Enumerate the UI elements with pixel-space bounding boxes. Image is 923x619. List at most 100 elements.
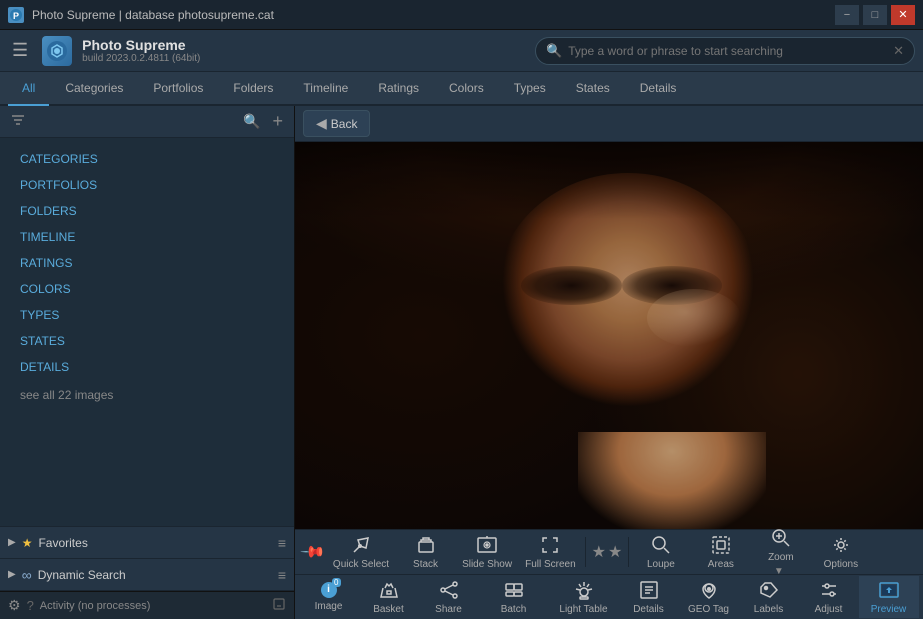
share-button[interactable]: Share [419,576,479,618]
svg-text:P: P [13,11,19,21]
light-table-button[interactable]: Light Table [549,576,619,618]
basket-icon [378,579,400,601]
app-info: Photo Supreme build 2023.0.2.4811 (64bit… [82,37,200,64]
pin-area: 📌 [299,542,327,562]
sidebar-bottom: ▶ ★ Favorites ≡ ▶ ∞ Dynamic Search ≡ [0,526,294,591]
fullscreen-icon [539,534,561,556]
header: ☰ Photo Supreme build 2023.0.2.4811 (64b… [0,30,923,72]
back-arrow-icon: ◀ [316,115,327,132]
details-button[interactable]: Details [619,576,679,618]
fullscreen-label: Full Screen [525,559,576,570]
close-button[interactable]: ✕ [891,5,915,25]
star-rating-area: ★ ★ [588,542,627,562]
basket-label: Basket [373,604,404,615]
sidebar-filter-icon[interactable] [8,110,28,133]
dynamic-search-more-icon[interactable]: ≡ [278,567,286,583]
window-title: Photo Supreme | database photosupreme.ca… [32,8,827,22]
tab-timeline[interactable]: Timeline [289,72,362,106]
titlebar: P Photo Supreme | database photosupreme.… [0,0,923,30]
sidebar-item-timeline[interactable]: TIMELINE [0,224,294,250]
maximize-button[interactable]: □ [863,5,887,25]
options-label: Options [824,559,858,570]
sidebar-item-types[interactable]: TYPES [0,302,294,328]
window-controls: − □ ✕ [835,5,915,25]
tab-types[interactable]: Types [500,72,560,106]
geo-tag-label: GEO Tag [688,604,729,615]
tab-states[interactable]: States [562,72,624,106]
tab-details[interactable]: Details [626,72,691,106]
image-info-icon: i 0 [321,582,337,598]
loupe-icon [650,534,672,556]
stack-button[interactable]: Stack [396,531,456,573]
tab-categories[interactable]: Categories [51,72,137,106]
favorites-more-icon[interactable]: ≡ [278,535,286,551]
sidebar-add-button[interactable]: + [269,108,286,135]
search-icon: 🔍 [546,43,562,59]
tab-all[interactable]: All [8,72,49,106]
toolbar-top-row: 📌 Quick Select [295,530,923,575]
settings-gear-icon[interactable]: ⚙ [8,597,21,614]
labels-button[interactable]: Labels [739,576,799,618]
loupe-button[interactable]: Loupe [631,531,691,573]
star-1-icon[interactable]: ★ [592,542,606,562]
quick-select-icon [350,534,372,556]
dynamic-search-expand-icon: ▶ [8,569,16,580]
areas-button[interactable]: Areas [691,531,751,573]
pin-icon[interactable]: 📌 [299,538,327,566]
basket-button[interactable]: Basket [359,576,419,618]
sidebar-search-icon[interactable]: 🔍 [240,110,263,133]
geo-tag-button[interactable]: GEO Tag [679,576,739,618]
minimize-button[interactable]: − [835,5,859,25]
sidebar-item-details[interactable]: DETAILS [0,354,294,380]
favorites-expand-icon: ▶ [8,537,16,548]
options-button[interactable]: Options [811,531,871,573]
tab-portfolios[interactable]: Portfolios [139,72,217,106]
sidebar-nav: CATEGORIES PORTFOLIOS FOLDERS TIMELINE R… [0,138,294,526]
zoom-button[interactable]: Zoom ▼ [751,531,811,573]
toolbar-separator-2 [628,537,629,567]
app-version: build 2023.0.2.4811 (64bit) [82,53,200,64]
batch-button[interactable]: Batch [479,576,549,618]
nav-tabs: All Categories Portfolios Folders Timeli… [0,72,923,106]
labels-label: Labels [754,604,783,615]
light-table-icon [573,579,595,601]
menu-button[interactable]: ☰ [8,36,32,65]
sidebar-favorites-item[interactable]: ▶ ★ Favorites ≡ [0,527,294,559]
sidebar-item-states[interactable]: STATES [0,328,294,354]
search-clear-button[interactable]: ✕ [893,43,904,59]
areas-label: Areas [708,559,734,570]
sidebar-item-ratings[interactable]: RATINGS [0,250,294,276]
labels-icon [758,579,780,601]
tab-folders[interactable]: Folders [219,72,287,106]
details-icon [638,579,660,601]
search-input[interactable] [568,44,887,58]
search-bar[interactable]: 🔍 ✕ [535,37,915,65]
preview-button[interactable]: Preview [859,576,919,618]
content-area: 🔍 + CATEGORIES PORTFOLIOS FOLDERS TIMELI… [0,106,923,619]
sidebar-item-colors[interactable]: COLORS [0,276,294,302]
quick-select-button[interactable]: Quick Select [327,531,396,573]
toolbar-bottom-row: i 0 Image Basket [295,575,923,619]
image-info-button[interactable]: i 0 Image [299,576,359,618]
back-button[interactable]: ◀ Back [303,110,370,137]
slideshow-label: Slide Show [462,559,512,570]
preview-label: Preview [871,604,907,615]
fullscreen-button[interactable]: Full Screen [519,531,583,573]
sidebar-dynamic-search-item[interactable]: ▶ ∞ Dynamic Search ≡ [0,559,294,591]
star-2-icon[interactable]: ★ [608,542,622,562]
tab-colors[interactable]: Colors [435,72,498,106]
sidebar-item-folders[interactable]: FOLDERS [0,198,294,224]
back-button-label: Back [331,117,358,131]
sidebar-item-portfolios[interactable]: PORTFOLIOS [0,172,294,198]
adjust-button[interactable]: Adjust [799,576,859,618]
help-icon[interactable]: ? [27,598,34,613]
sidebar-see-all-text: see all 22 images [0,380,294,410]
image-count-badge: 0 [332,578,340,587]
favorites-label: Favorites [38,536,271,550]
sidebar-item-categories[interactable]: CATEGORIES [0,146,294,172]
tab-ratings[interactable]: Ratings [364,72,433,106]
main-content: ◀ Back [295,106,923,619]
share-icon [438,579,460,601]
slideshow-button[interactable]: Slide Show [456,531,519,573]
activity-icon[interactable] [272,597,286,614]
